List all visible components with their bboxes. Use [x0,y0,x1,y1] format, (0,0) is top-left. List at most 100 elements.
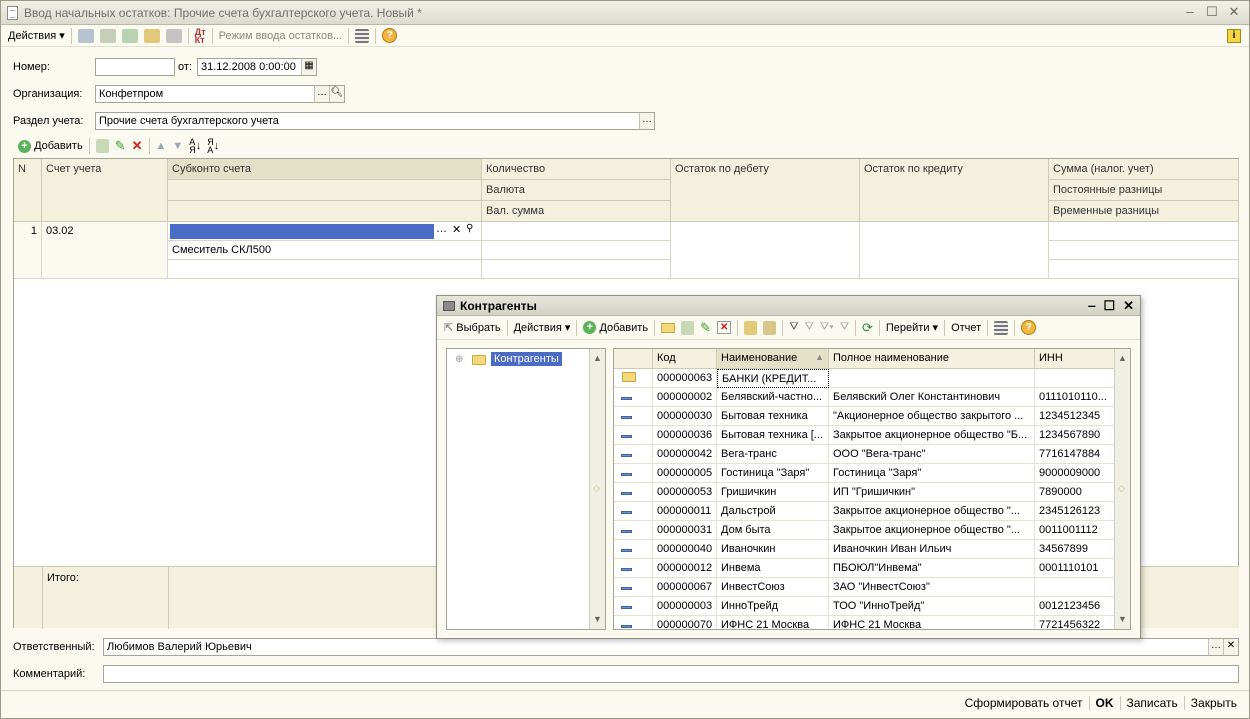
help-icon[interactable]: ? [379,27,400,45]
col-tax-sum-header[interactable]: Сумма (налог. учет) [1049,159,1239,180]
list-item[interactable]: 000000067 ИнвестСоюз ЗАО "ИнвестСоюз" [614,578,1115,597]
subkonto-select-button[interactable]: … [436,223,447,235]
list-item[interactable]: 000000002 Белявский-частно... Белявский Ол… [614,388,1115,407]
edit-row-icon[interactable]: ✎ [112,137,129,155]
add-row-button[interactable]: + Добавить [15,137,86,155]
list-item[interactable]: 000000030 Бытовая техника "Акционерное об… [614,407,1115,426]
popup-help-icon[interactable]: ? [1018,319,1039,337]
delete-row-icon[interactable]: ✕ [129,137,146,155]
save-button[interactable]: Записать [1119,696,1184,710]
refresh-icon[interactable]: ⟳ [859,319,876,337]
move-to-folder-icon[interactable] [760,319,779,337]
goto-menu-button[interactable]: Перейти ▾ [883,319,941,337]
list-view-icon[interactable] [352,27,372,45]
sort-asc-icon[interactable]: А Я ↓ [186,137,204,155]
filter-off-icon[interactable]: ⛛ [837,319,852,337]
row-temp-diff-cell[interactable] [1049,260,1239,279]
calendar-icon[interactable]: ▦ [301,59,316,75]
make-report-button[interactable]: Сформировать отчет [959,696,1089,710]
popup-maximize-icon[interactable]: ☐ [1103,298,1115,314]
actions-menu-button[interactable]: Действия ▾ [5,27,68,45]
print-icon[interactable] [163,27,185,45]
copy-icon[interactable] [119,27,141,45]
minimize-icon[interactable]: ‒ [1183,5,1197,19]
col-quantity-header[interactable]: Количество [482,159,671,180]
col-currency-header[interactable]: Валюта [482,180,671,201]
col-temp-diff-header[interactable]: Временные разницы [1049,201,1239,222]
copy-row-icon[interactable] [93,137,112,155]
col-perm-diff-header[interactable]: Постоянные разницы [1049,180,1239,201]
row-debit-cell[interactable] [671,222,860,279]
list-item[interactable]: 000000040 Иваночкин Иваночкин Иван Ильич 34… [614,540,1115,559]
list-item[interactable]: 000000012 Инвема ПБОЮЛ"Инвема" 0001110101 [614,559,1115,578]
popup-actions-button[interactable]: Действия ▾ [511,319,574,337]
filter-history-icon[interactable]: ⛛▾ [817,319,837,337]
popup-minimize-icon[interactable]: ‒ [1088,298,1095,314]
list-item[interactable]: 000000011 Дальстрой Закрытое акционерное о… [614,502,1115,521]
list-item[interactable]: 000000042 Вега-транс ООО "Вега-транс" 77161… [614,445,1115,464]
row-account-cell[interactable]: 03.02 [42,222,168,279]
row-quantity-cell[interactable] [482,222,671,241]
list-item[interactable]: 000000070 ИФНС 21 Москва ИФНС 21 Москва 772… [614,616,1115,629]
row-subkonto-2-cell[interactable]: Смеситель СКЛ500 [168,241,482,260]
popup-report-button[interactable]: Отчет [948,319,984,337]
col-debit-header[interactable]: Остаток по дебету [671,159,860,222]
sort-desc-icon[interactable]: Я А ↓ [204,137,222,155]
list-item[interactable]: 000000063 БАНКИ (КРЕДИТ... [614,369,1115,388]
subkonto-input-selected[interactable] [170,224,434,239]
add-folder-icon[interactable] [658,319,678,337]
row-credit-cell[interactable] [860,222,1049,279]
org-field[interactable]: Конфетпром … 🔍︎ [95,85,345,103]
list-scrollbar[interactable]: ▲ ◇ ▼ [1114,349,1130,629]
maximize-icon[interactable]: ☐ [1205,5,1219,19]
col-inn-header[interactable]: ИНН [1035,349,1115,369]
col-subkonto-header[interactable]: Субконто счета [168,159,482,180]
tree-scrollbar[interactable]: ▲ ◇ ▼ [589,349,605,629]
col-n-header[interactable]: N [14,159,42,222]
popup-add-button[interactable]: + Добавить [580,319,651,337]
popup-edit-icon[interactable]: ✎ [697,319,714,337]
subkonto-clear-icon[interactable]: ✕ [452,223,461,236]
date-field[interactable]: 31.12.2008 0:00:00 ▦ [197,58,317,76]
col-code-header[interactable]: Код [653,349,717,369]
ok-button[interactable]: OK [1088,696,1120,710]
col-credit-header[interactable]: Остаток по кредиту [860,159,1049,222]
filter-value-icon[interactable]: ⛛ [802,319,817,337]
tree-root-item[interactable]: Контрагенты [491,352,562,366]
col-name-header[interactable]: Наименование ▲ [717,349,829,369]
dt-kt-icon[interactable]: Дт Кт [192,27,209,45]
close-icon[interactable]: ✕ [1227,5,1241,19]
post-icon[interactable] [75,27,97,45]
row-subkonto-1-cell[interactable]: … ✕ ⚲ [168,222,482,241]
list-item[interactable]: 000000053 Гришичкин ИП "Гришичкин" 7890000 [614,483,1115,502]
popup-copy-icon[interactable] [678,319,697,337]
subkonto-search-icon[interactable]: ⚲ [466,223,473,234]
popup-close-icon[interactable]: ✕ [1123,298,1134,314]
list-item[interactable]: 000000005 Гостиница "Заря" Гостиница "Заря… [614,464,1115,483]
org-select-button[interactable]: … [314,86,329,102]
section-select-button[interactable]: … [639,113,654,129]
row-cur-sum-cell[interactable] [482,260,671,279]
row-perm-diff-cell[interactable] [1049,241,1239,260]
move-down-icon[interactable]: ▼ [169,137,186,155]
list-item[interactable]: 000000031 Дом быта Закрытое акционерное об… [614,521,1115,540]
input-mode-button[interactable]: Режим ввода остатков... [216,27,346,45]
col-cur-sum-header[interactable]: Вал. сумма [482,201,671,222]
responsible-clear-icon[interactable]: ✕ [1223,639,1238,655]
list-item[interactable]: 000000003 ИнноТрейд ТОО "ИнноТрейд" 0012123… [614,597,1115,616]
col-full-name-header[interactable]: Полное наименование [829,349,1035,369]
hierarchy-icon[interactable] [741,319,760,337]
move-up-icon[interactable]: ▲ [153,137,170,155]
row-subkonto-3-cell[interactable] [168,260,482,279]
popup-list-view-icon[interactable] [991,319,1011,337]
list-item[interactable]: 000000036 Бытовая техника [... Закрытое ак… [614,426,1115,445]
number-field[interactable] [95,58,175,76]
row-currency-cell[interactable] [482,241,671,260]
tree-expand-icon[interactable]: ⊕ [455,354,463,365]
filter-icon[interactable]: ⛛ [786,319,801,337]
popup-delete-icon[interactable]: ✕ [714,319,734,337]
comment-field[interactable] [103,665,1239,683]
calc-icon[interactable] [97,27,119,45]
org-search-icon[interactable]: 🔍︎ [329,86,344,102]
section-field[interactable]: Прочие счета бухгалтерского учета… [95,112,655,130]
